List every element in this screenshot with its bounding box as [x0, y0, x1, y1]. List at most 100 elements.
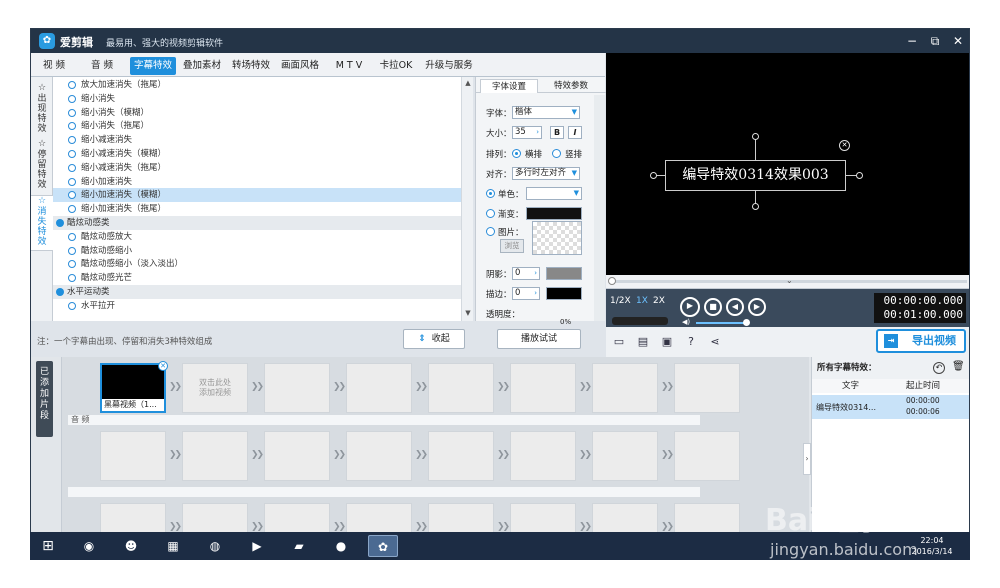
taskbar-record[interactable]: ●: [326, 535, 356, 557]
volume-slider[interactable]: [696, 322, 746, 324]
video-slot[interactable]: [510, 363, 576, 413]
solid-color-select[interactable]: ▼: [526, 187, 582, 200]
collapse-side-icon[interactable]: ›: [803, 443, 811, 475]
scroll-up-icon[interactable]: ▲: [464, 79, 472, 87]
collapse-category-icon[interactable]: [56, 288, 64, 296]
effect-radio[interactable]: [68, 94, 76, 103]
effect-item[interactable]: 缩小加速消失（模糊）: [53, 188, 461, 203]
video-slot[interactable]: [428, 363, 494, 413]
chevron-down-icon[interactable]: ⌄: [786, 276, 793, 285]
effect-list-scrollbar[interactable]: ▲ ▼: [461, 77, 473, 321]
effect-item[interactable]: 缩小加速消失: [53, 175, 461, 189]
back-icon[interactable]: ↶: [933, 362, 945, 374]
effect-radio[interactable]: [68, 177, 76, 186]
close-window-button[interactable]: ✕: [949, 32, 967, 50]
stop-icon[interactable]: ■: [704, 298, 722, 316]
effect-item[interactable]: 酷炫动感光芒: [53, 271, 461, 285]
right-handle[interactable]: [856, 172, 863, 179]
effect-item[interactable]: 缩小消失（拖尾）: [53, 119, 461, 133]
stroke-select[interactable]: 0 ›: [512, 287, 540, 300]
effect-radio[interactable]: [68, 81, 76, 89]
size-select[interactable]: 35 ›: [512, 126, 542, 139]
effect-radio[interactable]: [68, 260, 76, 269]
bold-button[interactable]: B: [550, 126, 564, 139]
seek-knob[interactable]: [608, 277, 616, 285]
gradient-radio[interactable]: [486, 209, 495, 218]
next-frame-icon[interactable]: ▶: [748, 298, 766, 316]
stroke-color-swatch[interactable]: [546, 287, 582, 300]
audio-slot[interactable]: [346, 431, 412, 481]
audio-slot[interactable]: [182, 431, 248, 481]
effect-item[interactable]: 酷炫动感缩小: [53, 244, 461, 258]
effect-radio[interactable]: [68, 246, 76, 255]
font-select[interactable]: 楷体 ▼: [512, 106, 580, 119]
effect-radio[interactable]: [68, 274, 76, 283]
taskbar-app-3[interactable]: ▰: [284, 535, 314, 557]
effect-category[interactable]: 酷炫动感类: [53, 216, 461, 230]
taskbar-aijianji[interactable]: ✿: [368, 535, 398, 557]
effect-radio[interactable]: [68, 163, 76, 172]
vertical-radio[interactable]: [552, 149, 561, 158]
sidetab-disappear[interactable]: ☆ 消失特效: [31, 195, 53, 251]
add-video-slot[interactable]: 双击此处 添加视频: [182, 363, 248, 413]
shadow-color-swatch[interactable]: [546, 267, 582, 280]
tab-style[interactable]: 画面风格: [277, 57, 323, 75]
restore-button[interactable]: ⧉: [926, 32, 944, 50]
video-slot[interactable]: [264, 363, 330, 413]
effect-item[interactable]: 缩小减速消失（拖尾）: [53, 161, 461, 175]
italic-button[interactable]: I: [568, 126, 582, 139]
effect-radio[interactable]: [68, 301, 76, 310]
effect-radio[interactable]: [68, 136, 76, 145]
effect-item[interactable]: 放大加速消失（拖尾）: [53, 78, 461, 92]
volume-knob[interactable]: [743, 319, 750, 326]
tab-overlay[interactable]: 叠加素材: [179, 57, 225, 75]
start-button[interactable]: ⊞: [32, 535, 64, 557]
align-select[interactable]: 多行时左对齐 ▼: [512, 167, 580, 180]
taskbar-firefox[interactable]: ◍: [200, 535, 230, 557]
audio-slot[interactable]: [428, 431, 494, 481]
effect-radio[interactable]: [68, 205, 76, 214]
caption-text-box[interactable]: 编导特效0314效果003: [665, 160, 846, 191]
taskbar-app-2[interactable]: ▶: [242, 535, 272, 557]
effect-item[interactable]: 酷炫动感放大: [53, 230, 461, 244]
save-icon[interactable]: ▣: [660, 335, 674, 349]
speed-double[interactable]: 2X: [653, 296, 665, 306]
subtitle-entry[interactable]: 编导特效0314... 00:00:00 00:00:06: [812, 395, 969, 419]
seek-bar[interactable]: ⌄: [606, 275, 969, 289]
speed-half[interactable]: 1/2X: [610, 296, 631, 306]
video-slot[interactable]: [592, 363, 658, 413]
image-radio[interactable]: [486, 227, 495, 236]
effect-item[interactable]: 水平拉开: [53, 299, 461, 313]
audio-slot[interactable]: [674, 431, 740, 481]
folder-open-icon[interactable]: ▤: [636, 335, 650, 349]
collapse-category-icon[interactable]: [56, 219, 64, 227]
trash-icon[interactable]: 🗑: [952, 361, 965, 372]
tab-effect-params[interactable]: 特效参数: [542, 79, 600, 93]
help-icon[interactable]: ?: [684, 335, 698, 349]
tab-audio[interactable]: 音 频: [85, 57, 119, 75]
tab-mtv[interactable]: M T V: [327, 57, 371, 75]
video-clip[interactable]: 黑幕视频（1... ✕: [100, 361, 168, 413]
effect-radio[interactable]: [68, 150, 76, 158]
play-icon[interactable]: ▶: [680, 297, 700, 317]
speed-normal[interactable]: 1X: [636, 296, 648, 306]
sidetab-stay[interactable]: ☆ 停留特效: [31, 139, 53, 191]
horizontal-radio[interactable]: [512, 149, 521, 158]
share-icon[interactable]: ⋖: [708, 335, 722, 349]
effect-category[interactable]: 水平运动类: [53, 285, 461, 299]
audio-slot[interactable]: [592, 431, 658, 481]
taskbar-app-1[interactable]: ◉: [74, 535, 104, 557]
play-preview-button[interactable]: 播放试试: [497, 329, 581, 349]
solid-color-radio[interactable]: [486, 189, 495, 198]
video-slot[interactable]: [346, 363, 412, 413]
prev-frame-icon[interactable]: ◀: [726, 298, 744, 316]
effect-item[interactable]: 酷炫动感缩小（淡入淡出）: [53, 257, 461, 271]
effect-item[interactable]: 缩小消失: [53, 92, 461, 106]
browse-button[interactable]: 浏览: [500, 239, 524, 253]
tab-font-settings[interactable]: 字体设置: [480, 79, 538, 93]
effect-item[interactable]: 缩小减速消失（模糊）: [53, 147, 461, 161]
rotate-handle[interactable]: [752, 133, 759, 140]
gradient-swatch[interactable]: [526, 207, 582, 220]
frame-step-track[interactable]: [612, 317, 668, 325]
shadow-select[interactable]: 0 ›: [512, 267, 540, 280]
